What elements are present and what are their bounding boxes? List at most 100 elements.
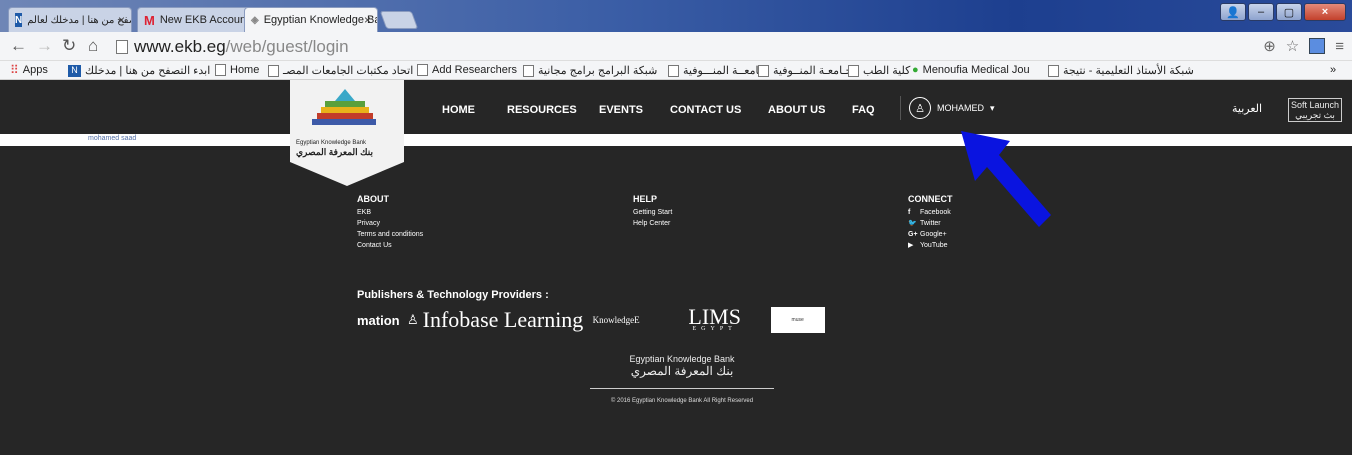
bookmark-ustaz-network[interactable]: شبكة الأستاذ التعليمية - نتيجة bbox=[1048, 64, 1194, 77]
logo-badge-shape bbox=[290, 80, 404, 186]
footer-link-googleplus[interactable]: G+ Google+ bbox=[908, 229, 953, 240]
bookmark-apps[interactable]: ⠿ Apps bbox=[10, 64, 48, 76]
footer-link-contact[interactable]: Contact Us bbox=[357, 240, 423, 251]
user-menu[interactable]: ♙ MOHAMED ▾ bbox=[900, 96, 995, 120]
footer-link-youtube[interactable]: ▶ YouTube bbox=[908, 240, 953, 251]
bookmark-universities-union[interactable]: اتحاد مكتبات الجامعات المصـ bbox=[268, 64, 413, 77]
infobase-person-icon: ♙ bbox=[407, 312, 419, 327]
back-arrow-icon[interactable]: ← bbox=[10, 37, 27, 55]
footer-link-help-center[interactable]: Help Center bbox=[633, 218, 672, 229]
close-window-icon[interactable]: × bbox=[1304, 3, 1346, 21]
publisher-mation[interactable]: mation bbox=[357, 313, 407, 328]
page-icon bbox=[668, 64, 679, 77]
bookmark-menoufia-university-1[interactable]: جـامعــة المنـــوفية bbox=[668, 64, 769, 77]
bookmarks-bar: ⠿ Apps ابدء التصفح من هنا | مدخلك N Home… bbox=[0, 61, 1352, 80]
browser-toolbar: ← → ↻ ⌂ www.ekb.eg/web/guest/login ⊕ ☆ ≡ bbox=[0, 32, 1352, 61]
close-tab-icon[interactable]: × bbox=[364, 13, 371, 27]
site-header: HOME RESOURCES EVENTS CONTACT US ABOUT U… bbox=[0, 80, 1352, 134]
chevron-down-icon: ▾ bbox=[990, 102, 995, 113]
page-icon bbox=[417, 64, 428, 76]
bookmark-faculty-of-medicine[interactable]: كلية الطب bbox=[848, 64, 910, 77]
page-icon bbox=[758, 64, 769, 77]
home-icon[interactable]: ⌂ bbox=[88, 37, 98, 55]
nav-events[interactable]: EVENTS bbox=[599, 104, 643, 116]
user-name: MOHAMED bbox=[937, 103, 984, 113]
publisher-muse[interactable]: muse bbox=[770, 307, 825, 333]
url-path: /web/guest/login bbox=[225, 36, 349, 56]
publisher-infobase[interactable]: Infobase Learning bbox=[423, 307, 593, 333]
page-icon bbox=[268, 64, 279, 77]
footer-about: ABOUT EKB Privacy Terms and conditions C… bbox=[357, 194, 424, 251]
footer-link-privacy[interactable]: Privacy bbox=[357, 218, 423, 229]
footer-link-terms[interactable]: Terms and conditions bbox=[357, 229, 423, 240]
publisher-knowledgee[interactable]: KnowledgeE bbox=[593, 315, 659, 325]
publisher-lims[interactable]: LIMS EGYPT bbox=[659, 306, 771, 333]
soft-launch-badge: Soft Launch بث تجريبي bbox=[1288, 98, 1343, 122]
globe-icon: ● bbox=[912, 64, 919, 76]
tab-strip: N ابدء التصفح من هنا | مدخلك لعالم × M N… bbox=[0, 0, 1352, 32]
site-footer: ABOUT EKB Privacy Terms and conditions C… bbox=[0, 146, 1352, 455]
user-profile-icon[interactable]: 👤 bbox=[1220, 3, 1246, 21]
extension-icon[interactable] bbox=[1309, 38, 1326, 54]
page-info-icon[interactable] bbox=[116, 39, 128, 54]
window-controls: 👤 – ▢ × bbox=[1220, 3, 1346, 21]
ekb-logo-icon: ◈ bbox=[251, 14, 259, 26]
username-link[interactable]: mohamed saad bbox=[88, 135, 136, 142]
bookmark-menoufia-university-2[interactable]: جـامعـة المنــوفية bbox=[758, 64, 852, 77]
minimize-icon[interactable]: – bbox=[1248, 3, 1274, 21]
bookmark-ekb-start[interactable]: ابدء التصفح من هنا | مدخلك N bbox=[68, 64, 210, 77]
user-avatar-icon: ♙ bbox=[909, 97, 931, 119]
more-bookmarks-button[interactable]: » bbox=[1330, 64, 1336, 76]
copyright: © 2016 Egyptian Knowledge Bank All Right… bbox=[610, 398, 754, 404]
menu-icon[interactable]: ≡ bbox=[1335, 38, 1344, 55]
footer-divider bbox=[590, 388, 774, 389]
page-icon bbox=[523, 64, 534, 77]
toolbar-icons: ⊕ ☆ ≡ bbox=[1263, 37, 1344, 56]
footer-help: HELP Getting Start Help Center bbox=[633, 194, 673, 229]
page-icon bbox=[848, 64, 859, 77]
nav-resources[interactable]: RESOURCES bbox=[507, 104, 577, 116]
new-tab-button[interactable] bbox=[379, 11, 419, 29]
tab-egyptian-knowledge-bank[interactable]: ◈ Egyptian Knowledge Bank × bbox=[244, 7, 378, 32]
footer-link-facebook[interactable]: f Facebook bbox=[908, 207, 953, 218]
footer-connect: CONNECT f Facebook 🐦 Twitter G+ Google+ ▶ Yo… bbox=[908, 194, 953, 251]
publishers-title: Publishers & Technology Providers : bbox=[357, 289, 549, 301]
bookmark-add-researchers[interactable]: Add Researchers bbox=[417, 64, 517, 76]
publishers-logos: mation ♙ Infobase Learning KnowledgeE LI… bbox=[357, 306, 852, 334]
youtube-icon: ▶ bbox=[908, 242, 914, 249]
page-icon bbox=[1048, 64, 1059, 77]
close-tab-icon[interactable]: × bbox=[118, 13, 125, 27]
apps-grid-icon: ⠿ bbox=[10, 63, 19, 77]
facebook-icon: f bbox=[908, 209, 911, 216]
forward-arrow-icon[interactable]: → bbox=[36, 37, 53, 55]
googleplus-icon: G+ bbox=[908, 231, 918, 238]
nav-home[interactable]: HOME bbox=[442, 104, 475, 116]
reload-icon[interactable]: ↻ bbox=[62, 37, 76, 55]
twitter-icon: 🐦 bbox=[908, 220, 917, 227]
ekb-favicon: N bbox=[68, 64, 81, 77]
nav-about-us[interactable]: ABOUT US bbox=[768, 104, 825, 116]
nav-contact-us[interactable]: CONTACT US bbox=[670, 104, 741, 116]
maximize-icon[interactable]: ▢ bbox=[1276, 3, 1302, 21]
footer-link-getting-start[interactable]: Getting Start bbox=[633, 207, 672, 218]
page-icon bbox=[215, 64, 226, 76]
bookmark-menoufia-medical-journal[interactable]: ● Menoufia Medical Jou bbox=[912, 64, 1030, 76]
gmail-icon: M bbox=[144, 12, 155, 28]
zoom-icon[interactable]: ⊕ bbox=[1263, 37, 1276, 55]
ekb-logo[interactable]: Egyptian Knowledge Bank بنك المعرفة المص… bbox=[290, 80, 404, 186]
footer-link-twitter[interactable]: 🐦 Twitter bbox=[908, 218, 953, 229]
language-toggle[interactable]: العربية bbox=[1232, 102, 1262, 115]
footer-logo: Egyptian Knowledge Bank بنك المعرفة المص… bbox=[590, 354, 774, 404]
bookmark-home[interactable]: Home bbox=[215, 64, 259, 76]
bookmark-free-programs[interactable]: شبكة البرامج برامج مجانية bbox=[523, 64, 657, 77]
annotation-arrow bbox=[961, 131, 1051, 227]
tab-ekb-start[interactable]: N ابدء التصفح من هنا | مدخلك لعالم × bbox=[8, 7, 132, 32]
url-host: www.ekb.eg bbox=[134, 36, 226, 56]
bookmark-star-icon[interactable]: ☆ bbox=[1286, 37, 1299, 55]
ekb-favicon: N bbox=[15, 13, 23, 27]
footer-link-ekb[interactable]: EKB bbox=[357, 207, 423, 218]
address-bar[interactable]: www.ekb.eg/web/guest/login bbox=[116, 36, 1228, 57]
user-strip: mohamed saad bbox=[0, 134, 1352, 146]
nav-faq[interactable]: FAQ bbox=[852, 104, 875, 116]
browser-window: N ابدء التصفح من هنا | مدخلك لعالم × M N… bbox=[0, 0, 1352, 455]
